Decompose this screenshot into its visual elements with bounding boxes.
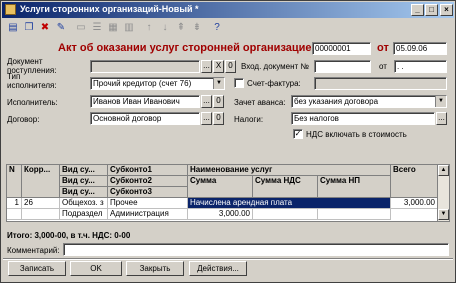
down-arrow-icon[interactable]: ↓: [158, 21, 172, 35]
document-window: Услуги сторонних организаций-Новый * _ □…: [0, 0, 456, 283]
grid-icon[interactable]: ▦: [106, 21, 120, 35]
executor-field[interactable]: Иванов Иван Иванович: [90, 95, 200, 108]
table-cell[interactable]: Администрация: [108, 209, 188, 220]
advance-value: без указания договора: [294, 97, 379, 106]
column-header[interactable]: Всего: [391, 165, 438, 198]
invoice-field[interactable]: [314, 77, 447, 90]
table-cell[interactable]: Прочее: [108, 198, 188, 209]
contract-label: Договор:: [7, 115, 40, 124]
column-header[interactable]: Вид су...: [60, 187, 108, 198]
advance-label: Зачет аванса:: [234, 98, 286, 107]
table-scrollbar[interactable]: ▲ ▼: [437, 165, 449, 221]
column-header[interactable]: Вид су...: [60, 176, 108, 187]
chevron-down-icon[interactable]: ▼: [435, 96, 446, 107]
column-header[interactable]: Сумма: [188, 176, 253, 198]
invoice-label: Счет-фактура:: [247, 79, 301, 88]
table-cell[interactable]: [22, 209, 60, 220]
edit-icon[interactable]: ✎: [54, 21, 68, 35]
column-header[interactable]: N: [7, 165, 22, 198]
grid2-icon[interactable]: ▥: [122, 21, 136, 35]
vhod-date-field[interactable]: . .: [394, 60, 447, 73]
sort-asc-icon[interactable]: ⇞: [174, 21, 188, 35]
table-cell[interactable]: [253, 209, 318, 220]
close-button[interactable]: ×: [440, 4, 453, 16]
column-header[interactable]: Субконто1: [108, 165, 188, 176]
table-cell[interactable]: 26: [22, 198, 60, 209]
rows-icon[interactable]: ☰: [90, 21, 104, 35]
table-cell[interactable]: [7, 209, 22, 220]
table-cell[interactable]: 1: [7, 198, 22, 209]
actions-button[interactable]: Действия...: [189, 261, 247, 276]
page-title: Акт об оказании услуг сторонней организа…: [58, 42, 334, 54]
column-header[interactable]: Вид су...: [60, 165, 108, 176]
executor-zero-button[interactable]: 0: [213, 95, 224, 108]
chevron-down-icon[interactable]: ▼: [213, 78, 224, 89]
help-icon[interactable]: ?: [210, 21, 224, 35]
scroll-up-icon[interactable]: ▲: [438, 165, 449, 176]
table-cell-selected[interactable]: Начислена арендная плата: [188, 198, 391, 209]
vhod-from-label: от: [379, 62, 387, 71]
table-cell[interactable]: 3,000.00: [391, 198, 438, 209]
column-header[interactable]: Субконто2: [108, 176, 188, 187]
column-header[interactable]: Сумма НДС: [253, 176, 318, 198]
ok-button[interactable]: OK: [70, 261, 122, 276]
close-window-button[interactable]: Закрыть: [126, 261, 184, 276]
sort-desc-icon[interactable]: ⇟: [190, 21, 204, 35]
executor-select-button[interactable]: ...: [201, 95, 212, 108]
document-icon: [5, 4, 16, 15]
vat-include-label: НДС включать в стоимость: [306, 130, 407, 139]
copy-icon[interactable]: ❐: [22, 21, 36, 35]
vhod-doc-field[interactable]: [314, 60, 371, 73]
incoming-doc-clear-button[interactable]: X: [213, 60, 224, 73]
record-button[interactable]: Записать: [8, 261, 66, 276]
delete-icon[interactable]: ✖: [38, 21, 52, 35]
totals-text: Итого: 3,000-00, в т.ч. НДС: 0-00: [7, 231, 131, 240]
doc-number-field[interactable]: 00000001: [312, 42, 371, 55]
incoming-doc-field[interactable]: [90, 60, 200, 73]
vhod-doc-label: Вход. документ №: [241, 62, 309, 71]
executor-label: Исполнитель:: [7, 98, 58, 107]
column-header[interactable]: Сумма НП: [318, 176, 391, 198]
invoice-checkbox[interactable]: [234, 78, 244, 88]
incoming-doc-select-button[interactable]: ...: [201, 60, 212, 73]
executor-type-select[interactable]: Прочий кредитор (счет 76) ▼: [90, 77, 225, 90]
table-cell[interactable]: Подраздел: [60, 209, 108, 220]
scroll-down-icon[interactable]: ▼: [438, 209, 449, 220]
vat-include-checkbox[interactable]: ✓: [293, 129, 303, 139]
window-title: Услуги сторонних организаций-Новый *: [20, 4, 199, 14]
incoming-doc-zero-button[interactable]: 0: [225, 60, 236, 73]
table-cell[interactable]: [318, 209, 391, 220]
comment-field[interactable]: [63, 243, 449, 256]
table-cell[interactable]: Общехоз. з: [60, 198, 108, 209]
column-header[interactable]: Наименование услуг: [188, 165, 391, 176]
taxes-field[interactable]: Без налогов: [291, 112, 435, 125]
doc-date-field[interactable]: 05.09.06: [393, 42, 447, 55]
table-cell[interactable]: 3,000.00: [188, 209, 253, 220]
contract-zero-button[interactable]: 0: [213, 112, 224, 125]
row-icon[interactable]: ▭: [74, 21, 88, 35]
contract-select-button[interactable]: ...: [201, 112, 212, 125]
from-label: от: [377, 42, 389, 54]
contract-field[interactable]: Основной договор: [90, 112, 200, 125]
executor-type-value: Прочий кредитор (счет 76): [93, 79, 192, 88]
column-header[interactable]: Субконто3: [108, 187, 188, 198]
executor-type-label: Тип исполнителя:: [7, 72, 57, 90]
services-table[interactable]: N Корр... Вид су... Вид су... Вид су... …: [6, 164, 450, 222]
toolbar: ▤ ❐ ✖ ✎ ▭ ☰ ▦ ▥ ↑ ↓ ⇞ ⇟ ?: [3, 19, 455, 39]
title-bar: Услуги сторонних организаций-Новый * _ □…: [2, 2, 454, 18]
doc-icon[interactable]: ▤: [6, 21, 20, 35]
minimize-button[interactable]: _: [411, 4, 424, 16]
up-arrow-icon[interactable]: ↑: [142, 21, 156, 35]
advance-select[interactable]: без указания договора ▼: [291, 95, 447, 108]
taxes-label: Налоги:: [234, 115, 264, 124]
comment-label: Комментарий:: [7, 246, 60, 255]
divider: [3, 258, 453, 260]
maximize-button[interactable]: □: [425, 4, 438, 16]
column-header[interactable]: Корр...: [22, 165, 60, 198]
taxes-select-button[interactable]: ...: [436, 112, 447, 125]
